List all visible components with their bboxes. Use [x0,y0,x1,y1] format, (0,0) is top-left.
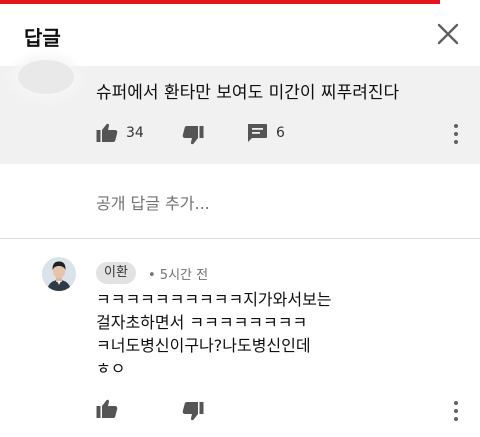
reply-text: ㅋㅋㅋㅋㅋㅋㅋㅋㅋㅋ지가와서보는 걸자초하면서 ㅋㅋㅋㅋㅋㅋㅋㅋ ㅋ너도병신이구… [96,288,426,380]
reply-button[interactable]: 6 [246,123,285,143]
reply-icon [248,124,267,142]
comment-menu-button[interactable] [446,122,466,146]
like-count: 34 [126,125,144,141]
add-reply-input[interactable]: 공개 답글 추가... [96,190,210,214]
reply-text-line: ㅋ너도병신이구나?나도병신인데 [96,336,311,355]
close-button[interactable] [432,18,464,50]
page-title: 답글 [24,26,61,50]
avatar[interactable] [18,60,74,94]
like-button[interactable] [96,399,118,419]
reply-text-line: 걸자초하면서 ㅋㅋㅋㅋㅋㅋㅋㅋ [96,313,308,332]
comment-menu-button[interactable] [446,399,466,423]
reply-count: 6 [276,125,285,141]
close-icon [437,23,459,45]
thumbs-down-icon [182,126,204,145]
replies-panel: 답글 슈퍼에서 환타만 보여도 미간이 찌푸려진다 34 6 공개 답글 추가.… [0,0,480,437]
author-name[interactable]: 이환 [96,262,136,284]
like-button[interactable]: 34 [96,123,144,143]
thumbs-up-icon [96,123,118,142]
more-vertical-icon [454,124,458,144]
divider [0,238,480,239]
parent-comment: 슈퍼에서 환타만 보여도 미간이 찌푸려진다 34 6 [0,60,480,164]
comment-text: 슈퍼에서 환타만 보여도 미간이 찌푸려진다 [96,83,400,103]
user-photo [42,257,76,291]
avatar[interactable] [42,257,76,291]
comment-timestamp: • 5시간 전 [148,268,209,283]
more-vertical-icon [454,401,458,421]
reply-text-line: ㅋㅋㅋㅋㅋㅋㅋㅋㅋㅋ지가와서보는 [96,290,332,309]
thumbs-down-icon [182,402,204,421]
dislike-button[interactable] [182,401,204,421]
thumbs-up-icon [96,399,118,418]
dislike-button[interactable] [182,125,204,145]
reply-text-line: ㅎㅇ [96,359,126,378]
replies-header: 답글 [0,4,480,66]
